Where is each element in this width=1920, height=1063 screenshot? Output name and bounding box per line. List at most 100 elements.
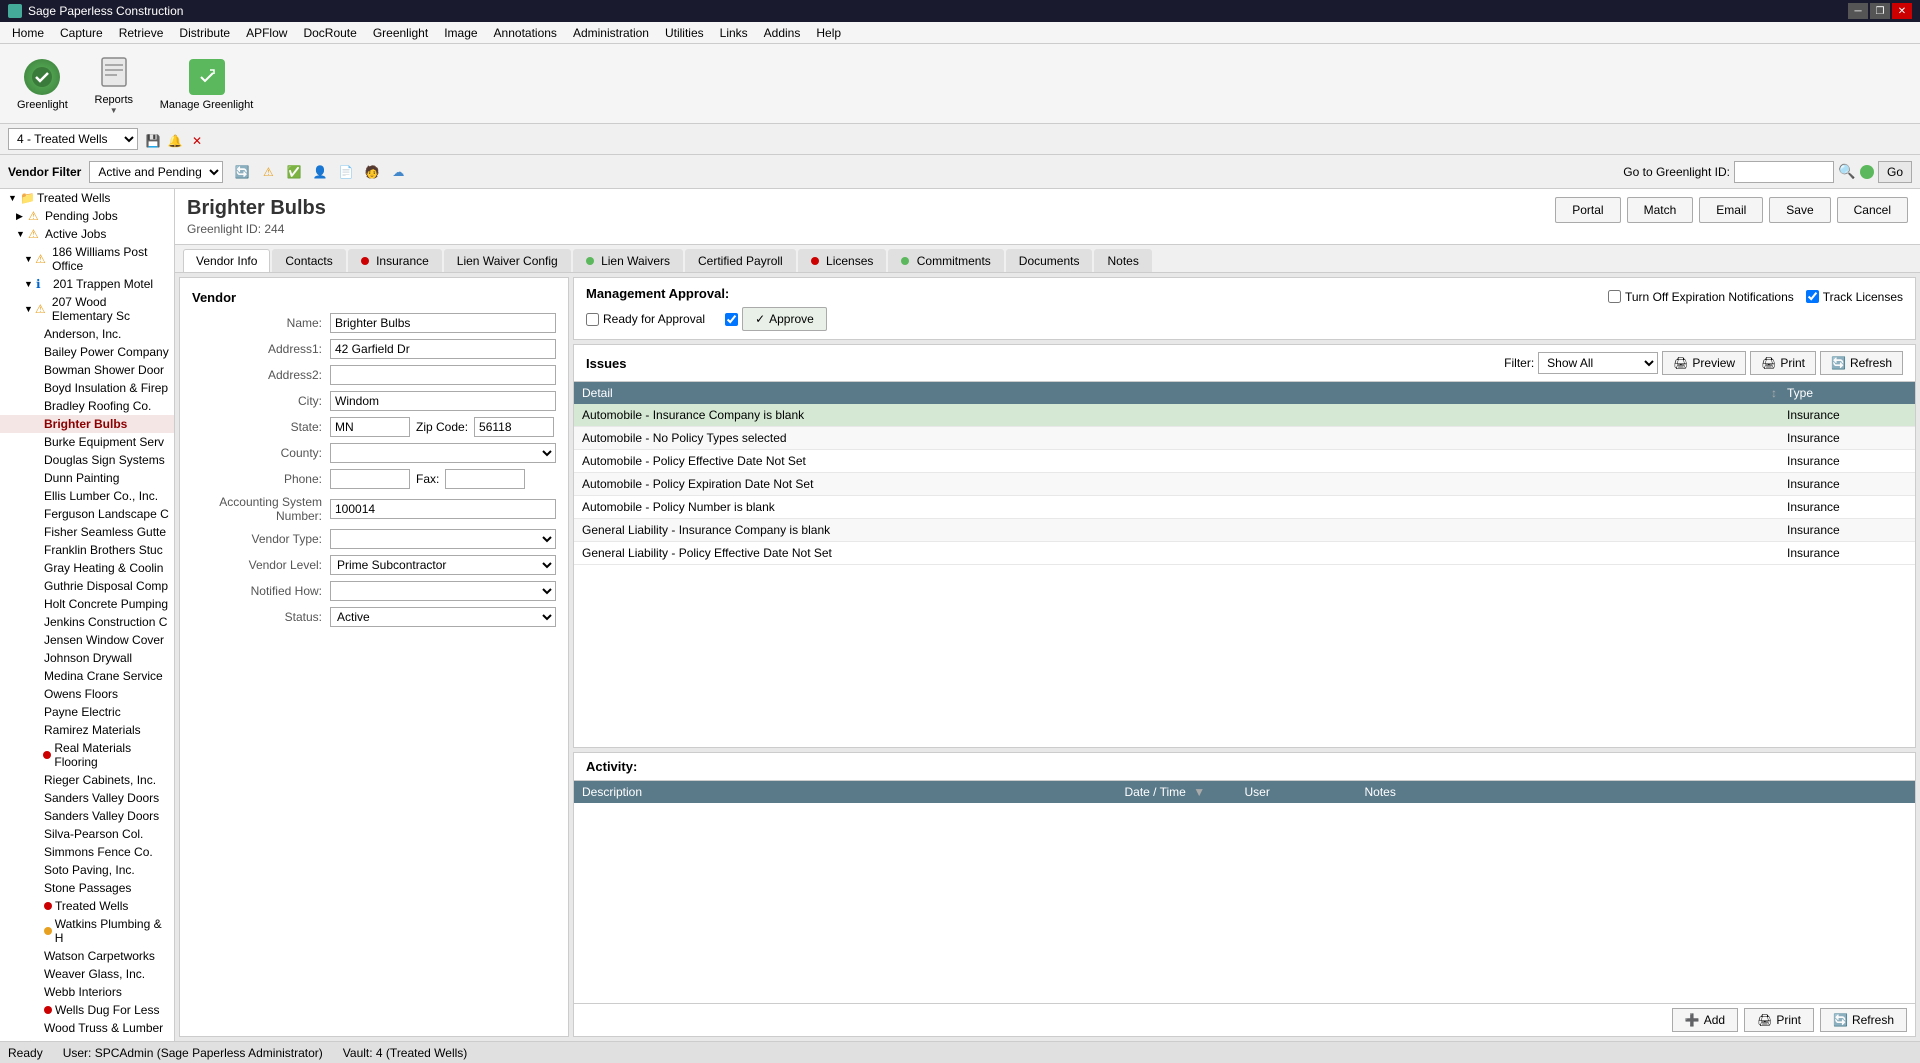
tab-insurance[interactable]: Insurance bbox=[348, 249, 442, 272]
tree-vendor-Brighter[interactable]: Brighter Bulbs bbox=[0, 415, 174, 433]
tree-pending-jobs[interactable]: ▶ ⚠ Pending Jobs bbox=[0, 207, 174, 225]
tab-commitments[interactable]: Commitments bbox=[888, 249, 1003, 272]
state-input[interactable] bbox=[330, 417, 410, 437]
menu-addins[interactable]: Addins bbox=[756, 23, 809, 43]
menu-greenlight[interactable]: Greenlight bbox=[365, 23, 436, 43]
tree-vendor-Rieger[interactable]: Rieger Cabinets, Inc. bbox=[0, 771, 174, 789]
manage-greenlight-toolbar-btn[interactable]: Manage Greenlight bbox=[151, 52, 263, 116]
tree-job-2[interactable]: ▼ ⚠ 207 Wood Elementary Sc bbox=[0, 293, 174, 325]
tree-active-jobs[interactable]: ▼ ⚠ Active Jobs bbox=[0, 225, 174, 243]
tree-vendor-Wood[interactable]: Wood Truss & Lumber bbox=[0, 1019, 174, 1037]
refresh-activity-button[interactable]: 🔄 Refresh bbox=[1820, 1008, 1907, 1032]
tree-vendor-Bradley[interactable]: Bradley Roofing Co. bbox=[0, 397, 174, 415]
name-input[interactable] bbox=[330, 313, 556, 333]
tree-vendor-Burke[interactable]: Burke Equipment Serv bbox=[0, 433, 174, 451]
tree-vendor-Silva[interactable]: Silva-Pearson Col. bbox=[0, 825, 174, 843]
print-issues-button[interactable]: 🖨 Print bbox=[1750, 351, 1816, 375]
tree-vendor-Fisher[interactable]: Fisher Seamless Gutte bbox=[0, 523, 174, 541]
menu-links[interactable]: Links bbox=[712, 23, 756, 43]
issue-row-0[interactable]: Automobile - Insurance Company is blankI… bbox=[574, 404, 1915, 427]
tab-certified-payroll[interactable]: Certified Payroll bbox=[685, 249, 796, 272]
search-icon[interactable]: 🔍 bbox=[1838, 163, 1856, 181]
status-select[interactable]: Active bbox=[330, 607, 556, 627]
user-filter-icon[interactable]: 👤 bbox=[309, 161, 331, 183]
tree-vendor-Soto[interactable]: Soto Paving, Inc. bbox=[0, 861, 174, 879]
add-activity-button[interactable]: ➕ Add bbox=[1672, 1008, 1738, 1032]
tab-licenses[interactable]: Licenses bbox=[798, 249, 887, 272]
tree-job-0[interactable]: ▼ ⚠ 186 Williams Post Office bbox=[0, 243, 174, 275]
menu-administration[interactable]: Administration bbox=[565, 23, 657, 43]
tree-vendor-Sanders1[interactable]: Sanders Valley Doors bbox=[0, 789, 174, 807]
tree-vendor-Medina[interactable]: Medina Crane Service bbox=[0, 667, 174, 685]
tree-vendor-Ferguson[interactable]: Ferguson Landscape C bbox=[0, 505, 174, 523]
tab-lien-waiver-config[interactable]: Lien Waiver Config bbox=[444, 249, 571, 272]
tree-vendor-Simmons[interactable]: Simmons Fence Co. bbox=[0, 843, 174, 861]
tree-vendor-Johnson[interactable]: Johnson Drywall bbox=[0, 649, 174, 667]
tree-vendor-Bailey[interactable]: Bailey Power Company bbox=[0, 343, 174, 361]
tree-vendor-Sanders2[interactable]: Sanders Valley Doors bbox=[0, 807, 174, 825]
tree-vendor-Ramirez[interactable]: Ramirez Materials bbox=[0, 721, 174, 739]
issue-row-6[interactable]: General Liability - Policy Effective Dat… bbox=[574, 542, 1915, 565]
tree-vendor-Guthrie[interactable]: Guthrie Disposal Comp bbox=[0, 577, 174, 595]
address1-input[interactable] bbox=[330, 339, 556, 359]
menu-annotations[interactable]: Annotations bbox=[486, 23, 565, 43]
tab-contacts[interactable]: Contacts bbox=[272, 249, 345, 272]
save-icon[interactable]: 💾 bbox=[144, 132, 162, 150]
tree-vendor-Bowman[interactable]: Bowman Shower Door bbox=[0, 361, 174, 379]
tree-vendor-Ellis[interactable]: Ellis Lumber Co., Inc. bbox=[0, 487, 174, 505]
track-licenses-checkbox[interactable] bbox=[1806, 290, 1819, 303]
close-button[interactable]: ✕ bbox=[1892, 3, 1912, 19]
person-filter-icon[interactable]: 🧑 bbox=[361, 161, 383, 183]
tree-vendor-Boyd[interactable]: Boyd Insulation & Firep bbox=[0, 379, 174, 397]
menu-capture[interactable]: Capture bbox=[52, 23, 111, 43]
city-input[interactable] bbox=[330, 391, 556, 411]
save-button[interactable]: Save bbox=[1769, 197, 1830, 223]
refresh-filter-icon[interactable]: 🔄 bbox=[231, 161, 253, 183]
menu-retrieve[interactable]: Retrieve bbox=[111, 23, 172, 43]
doc-filter-icon[interactable]: 📄 bbox=[335, 161, 357, 183]
email-button[interactable]: Email bbox=[1699, 197, 1763, 223]
tree-job-1[interactable]: ▼ ℹ 201 Trappen Motel bbox=[0, 275, 174, 293]
cancel-icon[interactable]: ✕ bbox=[188, 132, 206, 150]
issue-row-3[interactable]: Automobile - Policy Expiration Date Not … bbox=[574, 473, 1915, 496]
county-select[interactable] bbox=[330, 443, 556, 463]
vendor-level-select[interactable]: Prime Subcontractor bbox=[330, 555, 556, 575]
tree-vendor-Jenkins[interactable]: Jenkins Construction C bbox=[0, 613, 174, 631]
menu-apflow[interactable]: APFlow bbox=[238, 23, 295, 43]
cloud-filter-icon[interactable]: ☁ bbox=[387, 161, 409, 183]
approve-checkbox[interactable] bbox=[725, 313, 738, 326]
menu-home[interactable]: Home bbox=[4, 23, 52, 43]
menu-image[interactable]: Image bbox=[436, 23, 485, 43]
phone-input[interactable] bbox=[330, 469, 410, 489]
title-bar-controls[interactable]: ─ ❐ ✕ bbox=[1848, 3, 1912, 19]
issue-row-1[interactable]: Automobile - No Policy Types selectedIns… bbox=[574, 427, 1915, 450]
tree-vendor-Weaver[interactable]: Weaver Glass, Inc. bbox=[0, 965, 174, 983]
tree-vendor-Watkins[interactable]: Watkins Plumbing & H bbox=[0, 915, 174, 947]
warning-filter-icon[interactable]: ⚠ bbox=[257, 161, 279, 183]
tree-vendor-Owens[interactable]: Owens Floors bbox=[0, 685, 174, 703]
tree-vendor-Payne[interactable]: Payne Electric bbox=[0, 703, 174, 721]
vendor-type-select[interactable] bbox=[330, 529, 556, 549]
menu-utilities[interactable]: Utilities bbox=[657, 23, 712, 43]
tree-vendor-Webb[interactable]: Webb Interiors bbox=[0, 983, 174, 1001]
tree-vendor-Watson[interactable]: Watson Carpetworks bbox=[0, 947, 174, 965]
tree-vendor-Gray[interactable]: Gray Heating & Coolin bbox=[0, 559, 174, 577]
tree-vendor-TreatedWells[interactable]: Treated Wells bbox=[0, 897, 174, 915]
match-button[interactable]: Match bbox=[1627, 197, 1694, 223]
bell-icon[interactable]: 🔔 bbox=[166, 132, 184, 150]
tree-vendor-Jensen[interactable]: Jensen Window Cover bbox=[0, 631, 174, 649]
tree-root[interactable]: ▼ 📁 Treated Wells bbox=[0, 189, 174, 207]
go-button[interactable]: Go bbox=[1878, 161, 1912, 183]
tab-documents[interactable]: Documents bbox=[1006, 249, 1093, 272]
tab-vendor-info[interactable]: Vendor Info bbox=[183, 249, 270, 272]
refresh-issues-button[interactable]: 🔄 Refresh bbox=[1820, 351, 1903, 375]
menu-docroute[interactable]: DocRoute bbox=[295, 23, 364, 43]
tree-vendor-Dunn[interactable]: Dunn Painting bbox=[0, 469, 174, 487]
vault-selector[interactable]: 4 - Treated Wells bbox=[8, 128, 138, 150]
preview-button[interactable]: 🖨 Preview bbox=[1662, 351, 1746, 375]
minimize-button[interactable]: ─ bbox=[1848, 3, 1868, 19]
accounting-input[interactable] bbox=[330, 499, 556, 519]
approve-button[interactable]: ✓ Approve bbox=[742, 307, 827, 331]
print-activity-button[interactable]: 🖨 Print bbox=[1744, 1008, 1814, 1032]
tab-notes[interactable]: Notes bbox=[1094, 249, 1151, 272]
